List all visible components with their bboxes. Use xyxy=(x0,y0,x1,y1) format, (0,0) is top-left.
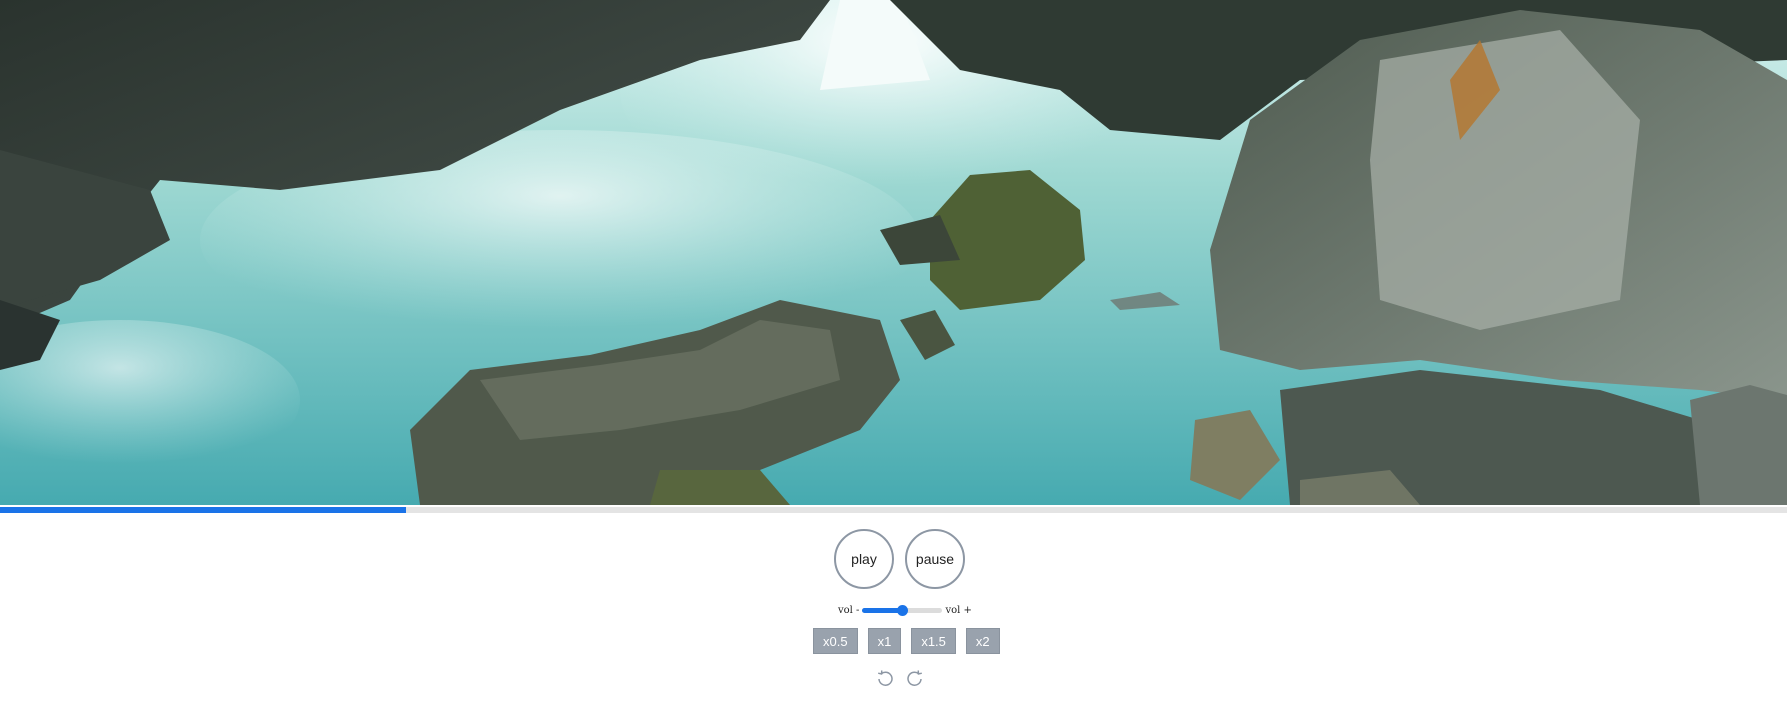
video-still-river-gorge xyxy=(0,0,1787,505)
forward-icon xyxy=(907,670,922,686)
volume-up-button[interactable]: vol + xyxy=(945,605,971,616)
speed-controls: x0.5 x1 x1.5 x2 xyxy=(813,628,1000,654)
rewind-button[interactable] xyxy=(874,668,896,690)
pause-button[interactable]: pause xyxy=(905,529,965,589)
volume-slider-thumb[interactable] xyxy=(897,604,909,616)
progress-bar[interactable] xyxy=(0,507,1787,513)
volume-slider-fill xyxy=(862,607,903,613)
forward-button[interactable] xyxy=(904,668,926,690)
volume-control: vol - vol + xyxy=(838,603,972,617)
progress-bar-fill xyxy=(0,507,406,513)
volume-down-button[interactable]: vol - xyxy=(838,605,859,616)
play-button[interactable]: play xyxy=(834,529,894,589)
video-frame[interactable] xyxy=(0,0,1787,505)
speed-button-2x[interactable]: x2 xyxy=(965,628,1000,654)
speed-button-1.5x[interactable]: x1.5 xyxy=(911,628,956,654)
rewind-icon xyxy=(878,670,893,686)
seek-controls xyxy=(874,668,926,690)
speed-button-1x[interactable]: x1 xyxy=(867,628,902,654)
volume-slider[interactable] xyxy=(862,604,943,616)
speed-button-0.5x[interactable]: x0.5 xyxy=(813,628,858,654)
